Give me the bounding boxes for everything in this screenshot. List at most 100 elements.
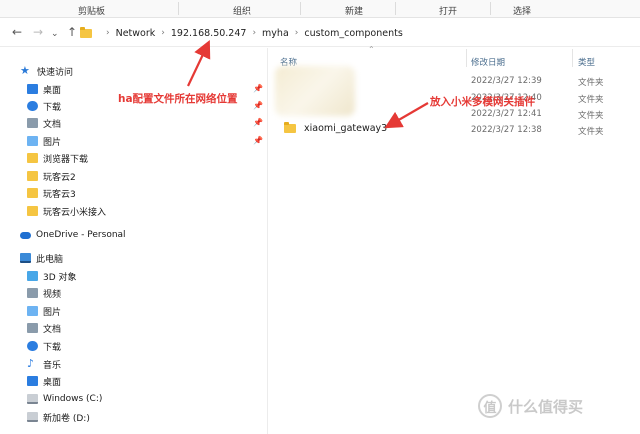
sidebar-item-desktop[interactable]: 桌面 (27, 81, 61, 97)
folder-icon (284, 122, 296, 133)
up-arrow-icon[interactable]: ↑ (67, 25, 77, 39)
cube-icon (27, 271, 38, 281)
video-icon (27, 288, 38, 298)
sidebar-item-label: 文档 (43, 324, 62, 335)
sidebar-item-browser-downloads[interactable]: 浏览器下载 (27, 150, 88, 166)
pin-icon[interactable]: 📌 (253, 101, 263, 110)
sidebar-item-label: 音乐 (43, 360, 62, 371)
sidebar-item-wankeyun3[interactable]: 玩客云3 (27, 185, 76, 201)
sidebar-item-label: 下载 (43, 342, 62, 353)
pin-icon[interactable]: 📌 (253, 118, 263, 127)
sidebar-item-label: 3D 对象 (43, 272, 77, 283)
drive-icon (27, 412, 38, 422)
breadcrumb-ip[interactable]: 192.168.50.247 (171, 28, 247, 39)
column-divider[interactable] (572, 49, 573, 67)
folder-icon (27, 206, 38, 216)
music-note-icon: ♪ (27, 357, 35, 370)
sidebar-item-wankeyun-xiaomi[interactable]: 玩客云小米接入 (27, 203, 106, 219)
chevron-right-icon: › (294, 28, 299, 38)
recent-locations-chevron-icon[interactable]: ⌄ (51, 27, 59, 41)
desktop-icon (27, 376, 38, 386)
sidebar-item-drive-c[interactable]: Windows (C:) (27, 391, 102, 407)
sidebar-onedrive[interactable]: OneDrive - Personal (20, 227, 126, 243)
ribbon-group-bar: 剪贴板 组织 新建 打开 选择 (0, 0, 640, 18)
folder-icon (80, 26, 92, 38)
sidebar-item-pc-downloads[interactable]: 下载 (27, 338, 61, 354)
annotation-gateway-plugin: 放入小米多模网关插件 (430, 96, 535, 108)
sidebar-item-pc-documents[interactable]: 文档 (27, 320, 61, 336)
sidebar-item-label: 新加卷 (D:) (43, 413, 90, 424)
annotation-network-location: ha配置文件所在网络位置 (118, 93, 238, 105)
sidebar-item-3d-objects[interactable]: 3D 对象 (27, 268, 77, 284)
file-row-type: 文件夹 (578, 127, 604, 137)
sidebar-item-music[interactable]: ♪ 音乐 (27, 356, 61, 372)
sidebar-item-downloads[interactable]: 下载 (27, 98, 61, 114)
file-row-date: 2022/3/27 12:39 (471, 76, 542, 86)
star-icon: ★ (20, 64, 30, 77)
document-icon (27, 118, 38, 128)
sidebar-quick-access[interactable]: ★ 快速访问 (20, 63, 73, 79)
picture-icon (27, 306, 38, 316)
sidebar-item-pc-desktop[interactable]: 桌面 (27, 373, 61, 389)
file-name[interactable]: xiaomi_gateway3 (304, 123, 387, 134)
column-header-date[interactable]: 修改日期 (471, 56, 505, 68)
column-divider[interactable] (466, 49, 467, 67)
ribbon-divider (395, 2, 396, 15)
sidebar-item-label: 桌面 (43, 85, 62, 96)
download-icon (27, 341, 38, 351)
ribbon-group-open[interactable]: 打开 (439, 4, 457, 17)
breadcrumb-custom-components[interactable]: custom_components (304, 28, 402, 39)
blurred-file-names (275, 66, 355, 116)
sidebar-item-wankeyun2[interactable]: 玩客云2 (27, 168, 76, 184)
file-row-date: 2022/3/27 12:41 (471, 109, 542, 119)
chevron-right-icon: › (252, 28, 257, 38)
sidebar-item-label: 浏览器下载 (43, 154, 89, 165)
sidebar-item-pictures[interactable]: 图片 (27, 133, 61, 149)
file-row-type: 文件夹 (578, 95, 604, 105)
sidebar-item-label: 文档 (43, 119, 62, 130)
sidebar-this-pc[interactable]: 此电脑 (20, 250, 63, 266)
file-row-type: 文件夹 (578, 78, 604, 88)
sidebar-item-pc-pictures[interactable]: 图片 (27, 303, 61, 319)
sidebar-item-videos[interactable]: 视频 (27, 285, 61, 301)
watermark-text: 什么值得买 (508, 397, 584, 416)
ribbon-group-clipboard[interactable]: 剪贴板 (78, 4, 105, 17)
sidebar-item-label: 玩客云3 (43, 189, 76, 200)
folder-icon (27, 171, 38, 181)
back-arrow-icon[interactable]: ← (12, 25, 22, 39)
address-bar[interactable]: › Network › 192.168.50.247 › myha › cust… (80, 23, 640, 43)
file-row-xiaomi-gateway3[interactable]: xiaomi_gateway3 (284, 122, 387, 134)
sidebar-item-label: 下载 (43, 102, 62, 113)
forward-arrow-icon[interactable]: → (33, 25, 43, 39)
watermark-logo-icon: 值 (478, 394, 502, 418)
address-row: ← → ⌄ ↑ › Network › 192.168.50.247 › myh… (0, 19, 640, 47)
folder-icon (27, 188, 38, 198)
cloud-icon (20, 231, 31, 239)
pin-icon[interactable]: 📌 (253, 84, 263, 93)
column-header-type[interactable]: 类型 (578, 56, 595, 68)
sidebar-item-label: 桌面 (43, 377, 62, 388)
sidebar-item-drive-d[interactable]: 新加卷 (D:) (27, 409, 90, 425)
sidebar-item-documents[interactable]: 文档 (27, 115, 61, 131)
ribbon-divider (178, 2, 179, 15)
document-icon (27, 323, 38, 333)
desktop-icon (27, 84, 38, 94)
arrow-to-gateway-folder (384, 102, 429, 129)
breadcrumb-myha[interactable]: myha (262, 28, 289, 39)
breadcrumb-network[interactable]: Network (116, 28, 156, 39)
ribbon-group-new[interactable]: 新建 (345, 4, 363, 17)
chevron-right-icon: › (161, 28, 165, 38)
picture-icon (27, 136, 38, 146)
ribbon-group-organize[interactable]: 组织 (233, 4, 251, 17)
ribbon-group-select[interactable]: 选择 (513, 4, 531, 17)
chevron-right-icon: › (106, 28, 110, 38)
computer-icon (20, 253, 31, 263)
watermark: 值 什么值得买 (478, 394, 583, 418)
pin-icon[interactable]: 📌 (253, 136, 263, 145)
sidebar-item-label: 快速访问 (37, 67, 74, 78)
sidebar-item-label: 图片 (43, 307, 62, 318)
sort-ascending-icon: ⌃ (368, 45, 375, 54)
file-row-type: 文件夹 (578, 111, 604, 121)
sidebar-item-label: 图片 (43, 137, 62, 148)
ribbon-divider (490, 2, 491, 15)
